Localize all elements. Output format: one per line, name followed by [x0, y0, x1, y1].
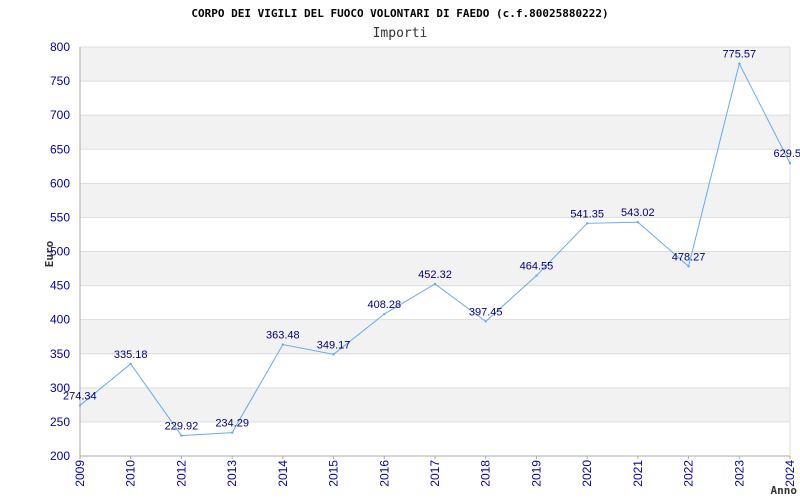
- y-tick-label: 250: [50, 415, 70, 429]
- data-point: [383, 312, 386, 316]
- data-label: 397.45: [469, 306, 503, 318]
- plot-band: [80, 285, 790, 320]
- plot-band: [80, 387, 790, 422]
- y-tick-label: 400: [50, 313, 70, 327]
- x-tick-label: 2013: [225, 460, 239, 487]
- data-label: 464.55: [520, 261, 554, 273]
- data-label: 478.27: [672, 251, 706, 263]
- x-tick-labels: 2009 2010 2012 2013 2014 2015 2016 2017 2018 2019…: [73, 460, 797, 487]
- data-point: [129, 362, 132, 366]
- x-tick-label: 2015: [327, 460, 341, 487]
- x-tick-label: 2010: [124, 460, 138, 487]
- y-tick-label: 200: [50, 449, 70, 463]
- y-tick-label: 700: [50, 108, 70, 122]
- data-label: 543.02: [621, 207, 655, 219]
- x-tick-label: 2019: [529, 460, 543, 487]
- data-point: [788, 162, 792, 165]
- plot-band: [80, 183, 790, 218]
- data-point: [687, 265, 690, 268]
- x-tick-label: 2009: [73, 460, 87, 487]
- data-point: [585, 222, 589, 225]
- x-tick-label: 2023: [732, 460, 746, 487]
- y-tick-label: 600: [50, 176, 70, 190]
- data-point: [281, 343, 285, 346]
- x-tick-label: 2012: [174, 460, 188, 487]
- data-label: 234.29: [215, 418, 249, 430]
- x-tick-label: 2024: [783, 460, 797, 487]
- data-label: 349.17: [317, 339, 351, 351]
- data-label: 229.92: [165, 421, 199, 433]
- data-point: [230, 431, 234, 434]
- data-point: [636, 220, 640, 224]
- data-point: [332, 353, 335, 356]
- x-tick-label: 2020: [580, 460, 594, 487]
- data-point: [433, 282, 437, 286]
- data-point: [738, 62, 741, 65]
- x-tick-label: 2021: [631, 460, 645, 487]
- y-tick-label: 650: [50, 142, 70, 156]
- chart-subtitle: Importi: [373, 26, 428, 41]
- x-axis-label: Anno: [771, 484, 798, 497]
- data-point: [78, 404, 82, 407]
- data-label: 541.35: [570, 208, 604, 220]
- data-label: 363.48: [266, 330, 300, 342]
- data-label: 452.32: [418, 269, 452, 281]
- line-chart: 200250300350400450500550600650700750800 …: [43, 7, 800, 497]
- plot-band: [80, 149, 790, 184]
- x-tick-label: 2018: [479, 460, 493, 487]
- data-point: [180, 434, 183, 437]
- plot-band: [80, 47, 790, 82]
- y-tick-label: 750: [50, 74, 70, 88]
- x-tick-label: 2022: [682, 460, 696, 487]
- data-label: 775.57: [722, 49, 756, 61]
- plot-band: [80, 319, 790, 354]
- plot-band: [80, 115, 790, 150]
- x-tick-label: 2017: [428, 460, 442, 487]
- y-tick-label: 550: [50, 210, 70, 224]
- data-label: 629.5: [773, 148, 800, 160]
- y-tick-label: 350: [50, 347, 70, 361]
- plot-band: [80, 217, 790, 252]
- y-tick-label: 450: [50, 279, 70, 293]
- x-tick-label: 2014: [276, 460, 290, 487]
- y-tick-label: 800: [50, 40, 70, 54]
- plot-band: [80, 353, 790, 388]
- plot-band: [80, 81, 790, 116]
- x-tick-label: 2016: [377, 460, 391, 487]
- data-label: 274.34: [63, 390, 97, 402]
- y-axis-label: Euro: [43, 240, 56, 267]
- data-point: [535, 274, 538, 277]
- data-label: 335.18: [114, 349, 148, 361]
- chart-title: CORPO DEI VIGILI DEL FUOCO VOLONTARI DI …: [191, 7, 608, 20]
- data-label: 408.28: [367, 299, 401, 311]
- data-point: [484, 320, 487, 323]
